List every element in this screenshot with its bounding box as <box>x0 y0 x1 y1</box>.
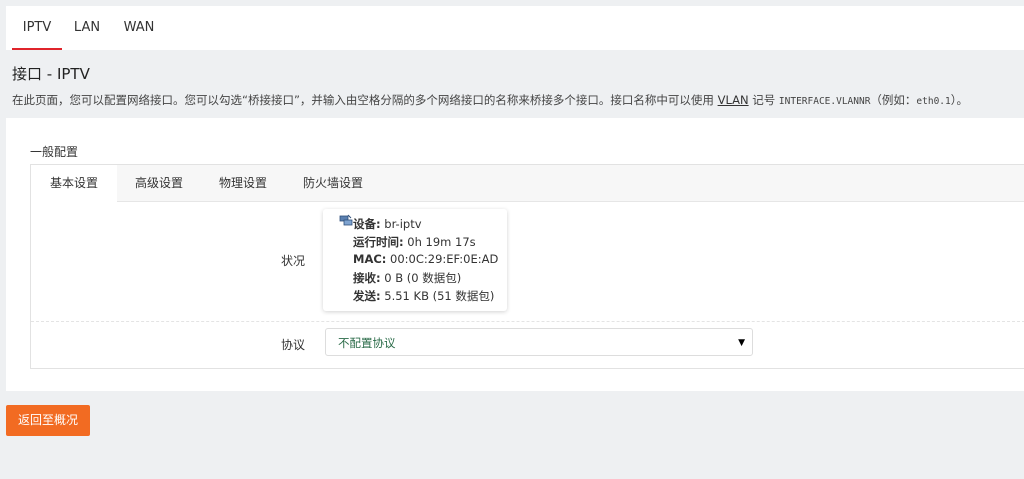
tab-lan[interactable]: LAN <box>70 6 104 50</box>
device-value: br-iptv <box>384 217 422 231</box>
page-description: 在此页面，您可以配置网络接口。您可以勾选“桥接接口”，并输入由空格分隔的多个网络… <box>12 92 968 108</box>
page-title: 接口 - IPTV <box>12 65 90 83</box>
status-label: 状况 <box>280 254 305 268</box>
tab-advanced-settings[interactable]: 高级设置 <box>117 165 201 201</box>
interface-status-box: 设备: br-iptv 运行时间: 0h 19m 17s MAC: 00:0C:… <box>323 209 507 311</box>
network-device-icon <box>339 214 353 226</box>
back-to-overview-button[interactable]: 返回至概况 <box>6 405 90 436</box>
tab-wan[interactable]: WAN <box>118 6 160 50</box>
tx-value: 5.51 KB (51 数据包) <box>384 289 495 303</box>
uptime-key: 运行时间: <box>353 235 404 249</box>
vlan-link[interactable]: VLAN <box>718 93 749 107</box>
fieldset-legend: 一般配置 <box>30 145 79 159</box>
protocol-selected-value: 不配置协议 <box>338 336 396 350</box>
rx-key: 接收: <box>353 271 381 285</box>
tab-basic-settings[interactable]: 基本设置 <box>31 165 117 202</box>
uptime-value: 0h 19m 17s <box>407 235 476 249</box>
config-tab-bar: 基本设置 高级设置 物理设置 防火墙设置 <box>31 165 1024 202</box>
page-header: 接口 - IPTV <box>12 63 90 84</box>
mac-value: 00:0C:29:EF:0E:AD <box>390 252 499 266</box>
tab-physical-settings[interactable]: 物理设置 <box>201 165 285 201</box>
rx-value: 0 B (0 数据包) <box>384 271 462 285</box>
protocol-label: 协议 <box>280 338 305 352</box>
desc-text: 在此页面，您可以配置网络接口。您可以勾选“桥接接口”，并输入由空格分隔的多个网络… <box>12 93 718 107</box>
desc-text-mid2: （例如： <box>870 93 917 107</box>
tab-iptv[interactable]: IPTV <box>12 6 62 50</box>
tab-firewall-settings[interactable]: 防火墙设置 <box>285 165 381 201</box>
top-tab-bar: IPTV LAN WAN <box>6 6 1024 50</box>
row-divider <box>31 321 1024 322</box>
desc-code-vlan: INTERFACE.VLANNR <box>778 96 871 107</box>
desc-code-eth: eth0.1 <box>916 96 951 107</box>
tx-key: 发送: <box>353 289 381 303</box>
mac-key: MAC: <box>353 252 387 266</box>
device-key: 设备: <box>353 217 381 231</box>
desc-text-suffix: ）。 <box>950 93 968 107</box>
dropdown-arrow-icon: ▼ <box>738 338 745 348</box>
config-panel: 基本设置 高级设置 物理设置 防火墙设置 状况 设备: br-iptv 运行时间… <box>30 164 1024 369</box>
config-card: 一般配置 基本设置 高级设置 物理设置 防火墙设置 状况 设备: br-iptv… <box>6 118 1024 391</box>
protocol-select[interactable]: 不配置协议 ▼ <box>325 328 753 356</box>
desc-text-mid: 记号 <box>748 93 779 107</box>
